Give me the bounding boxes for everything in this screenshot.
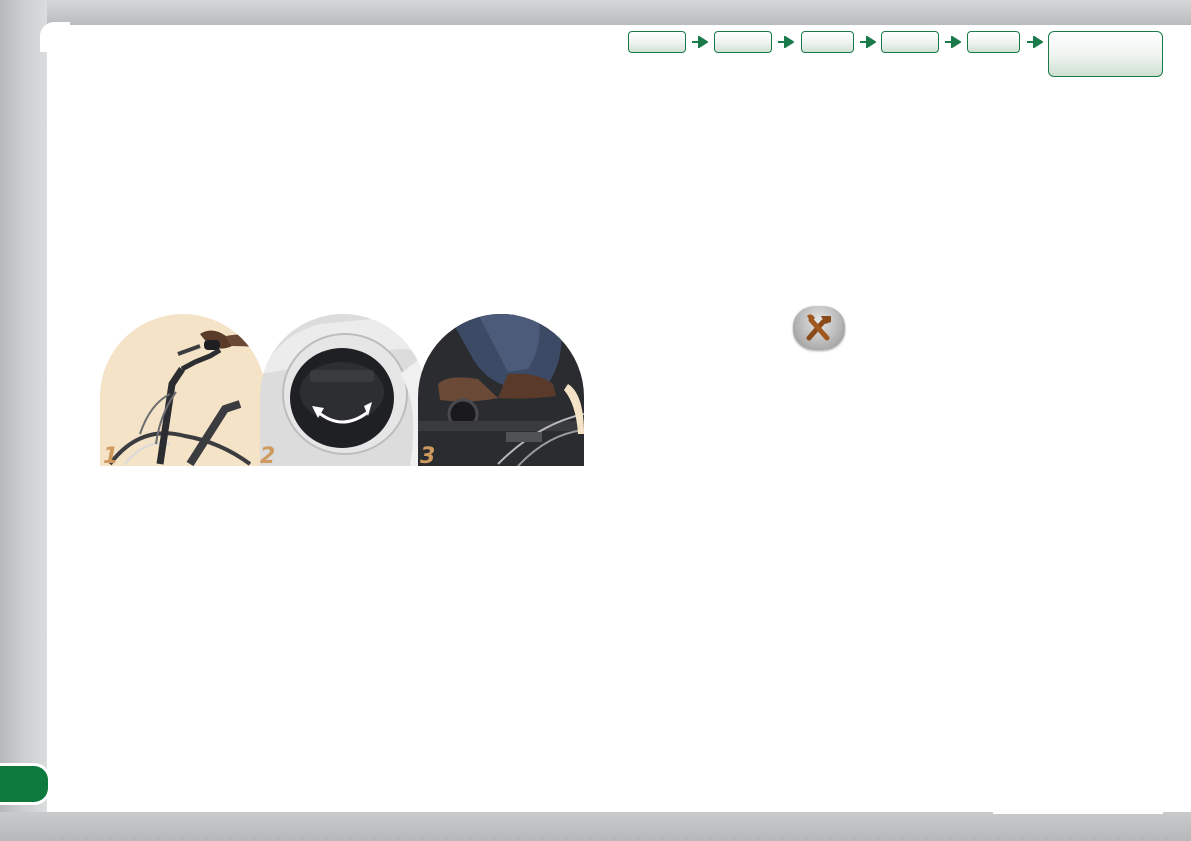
step-number-2: 2 xyxy=(260,444,276,469)
frame-corner xyxy=(40,22,70,52)
page-number-tab xyxy=(0,766,48,802)
instruction-photos: 1 2 3 xyxy=(100,314,590,469)
bottom-frame-bar xyxy=(0,812,1191,841)
step-number-3: 3 xyxy=(420,444,436,469)
arrow-right-icon xyxy=(692,36,708,48)
top-frame-bar xyxy=(0,0,1191,25)
step-1-button[interactable] xyxy=(628,31,686,53)
arrow-right-icon xyxy=(778,36,794,48)
step-4-button[interactable] xyxy=(881,31,939,53)
wrench-hammer-icon xyxy=(793,306,845,350)
rotating-cap-photo xyxy=(260,314,426,466)
arrow-right-icon xyxy=(945,36,961,48)
left-frame-bar xyxy=(0,0,47,841)
step-5-button[interactable] xyxy=(967,31,1020,53)
step-number-1: 1 xyxy=(103,444,119,469)
step-6-button[interactable] xyxy=(1048,31,1163,77)
step-3-button[interactable] xyxy=(801,31,854,53)
bottom-tick-marks xyxy=(50,837,1171,841)
footer-stripe xyxy=(993,811,1163,814)
step-2-button[interactable] xyxy=(714,31,772,53)
arrow-right-icon xyxy=(1027,36,1043,48)
pedal-foot-photo xyxy=(418,314,584,466)
arrow-right-icon xyxy=(860,36,876,48)
handlebar-grip-photo xyxy=(100,314,266,466)
